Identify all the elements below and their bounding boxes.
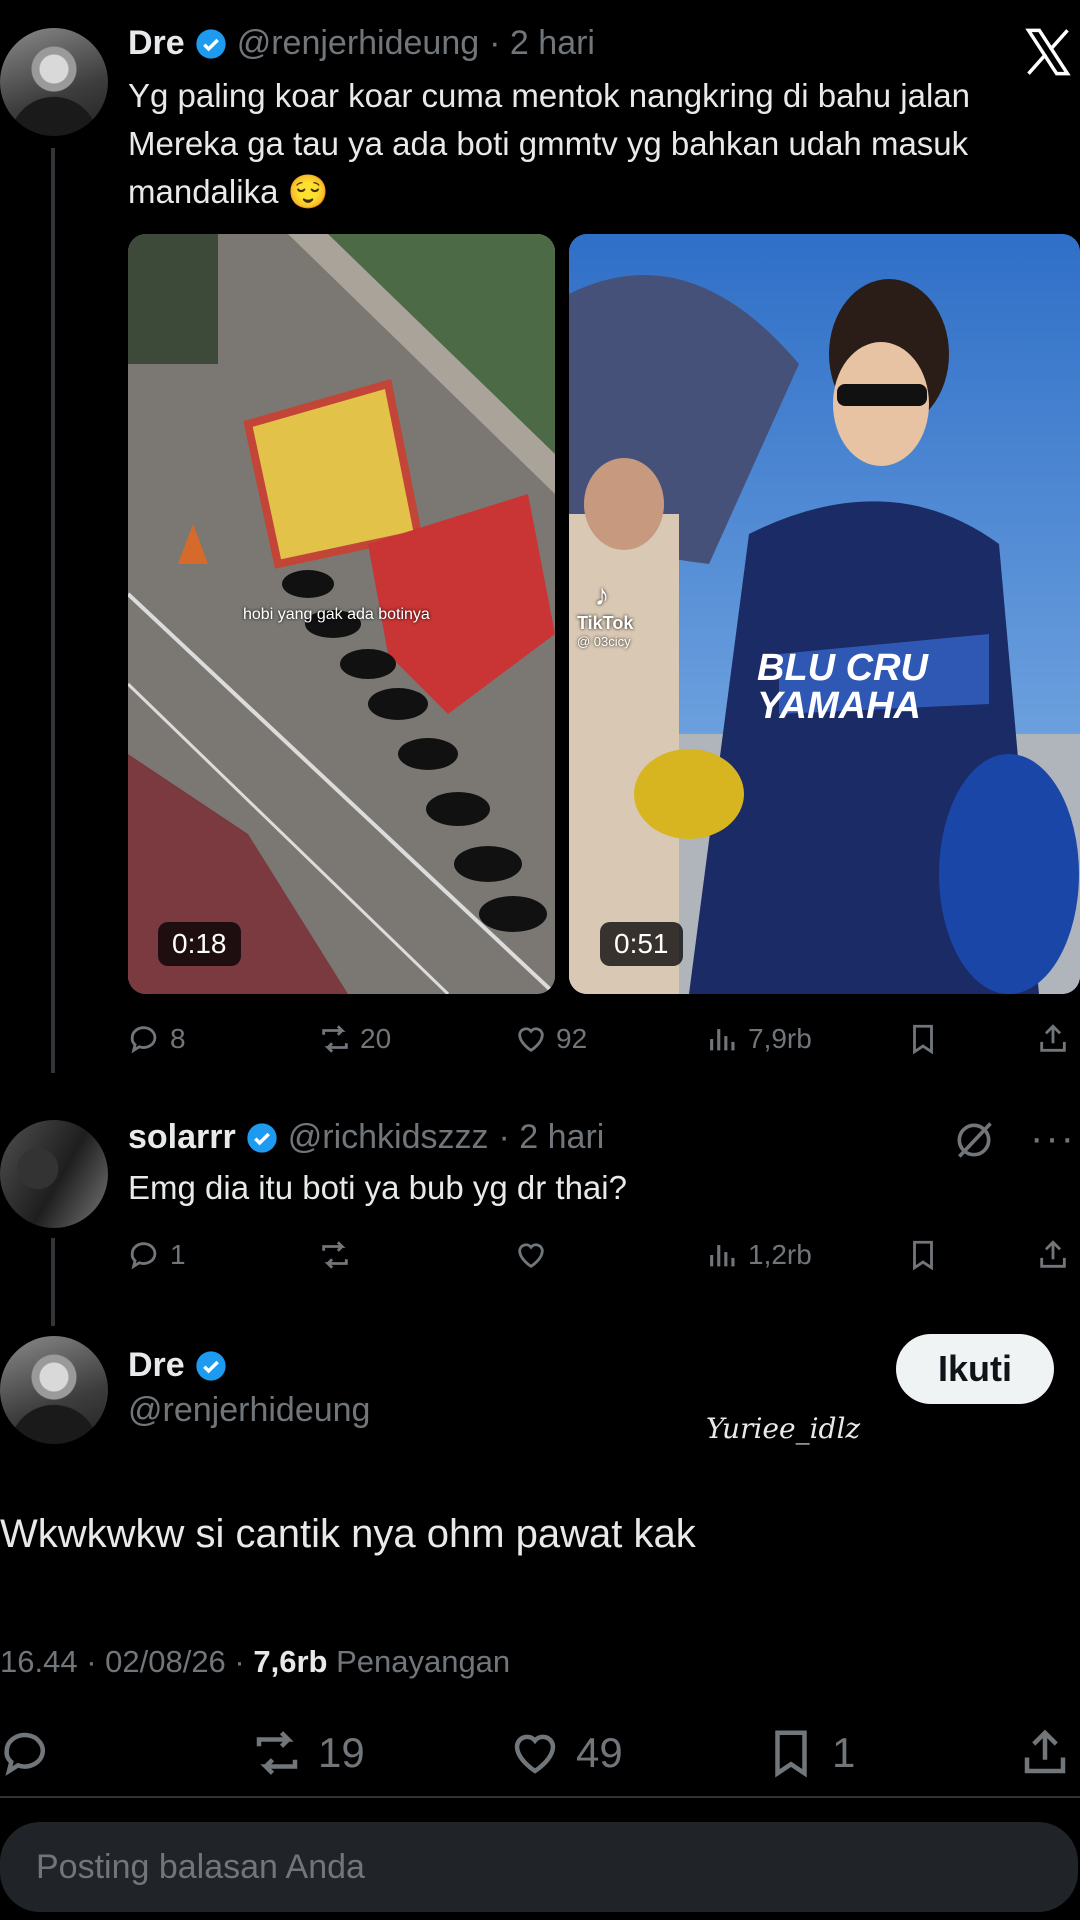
tweet-line: Mereka ga tau ya ada boti gmmtv yg bahka… [128, 125, 969, 162]
suit-text: BLU CRU YAMAHA [757, 647, 928, 727]
like-icon [518, 1243, 544, 1269]
views-button[interactable]: 7,9rb [706, 1022, 812, 1056]
reply-button[interactable] [0, 1726, 54, 1780]
repost-icon [322, 1241, 348, 1269]
views-count: 7,9rb [748, 1023, 812, 1054]
reply-icon [130, 1242, 157, 1270]
tweet-meta: 16.44 · 02/08/26 · 7,6rb Penayangan [0, 1644, 510, 1680]
tweet-header: solarrr @richkidszzz · 2 hari [128, 1118, 604, 1157]
tiktok-watermark: ♪ TikTok @ 03cicy [577, 579, 633, 649]
reply-count: 1 [170, 1239, 186, 1270]
tiktok-user: @ 03cicy [577, 634, 631, 649]
reply-button[interactable]: 1 [128, 1238, 186, 1272]
views-count: 1,2rb [748, 1239, 812, 1270]
bookmark-button[interactable] [906, 1238, 940, 1272]
tweet-line: mandalika 😌 [128, 173, 329, 210]
tweet-text: Emg dia itu boti ya bub yg dr thai? [128, 1169, 627, 1206]
reply-button[interactable]: 8 [128, 1022, 186, 1056]
grok-icon[interactable] [952, 1118, 996, 1162]
thread-line [51, 148, 55, 1073]
rider-image [569, 234, 1080, 994]
more-icon[interactable]: ··· [1030, 1118, 1076, 1158]
follow-button[interactable]: Ikuti [896, 1334, 1054, 1404]
main-tweet-text: Wkwkwkw si cantik nya ohm pawat kak [0, 1512, 696, 1556]
like-button[interactable]: 92 [514, 1022, 587, 1056]
thread-line [51, 1238, 55, 1326]
like-count: 49 [576, 1729, 623, 1776]
bookmark-count: 1 [832, 1729, 856, 1776]
video-duration: 0:51 [600, 922, 683, 966]
avatar[interactable] [0, 1120, 108, 1228]
author-name[interactable]: solarrr [128, 1118, 236, 1157]
bookmark-icon [775, 1730, 807, 1778]
like-button[interactable]: 49 [508, 1726, 623, 1780]
verified-icon [196, 1350, 226, 1381]
reply-icon [130, 1026, 157, 1054]
reply-input[interactable]: Posting balasan Anda [0, 1822, 1078, 1912]
tiktok-icon: ♪ [594, 579, 610, 612]
bookmark-button[interactable] [906, 1022, 940, 1056]
share-icon [1040, 1240, 1066, 1268]
tweet-timestamp: 16.44 · 02/08/26 · [0, 1644, 254, 1679]
views-icon [710, 1029, 735, 1051]
verified-icon [247, 1122, 277, 1153]
repost-count: 19 [318, 1729, 365, 1776]
views-icon [710, 1245, 735, 1267]
video-caption: hobi yang gak ada botinya [243, 606, 430, 623]
tiktok-label: TikTok [577, 613, 634, 633]
author-handle[interactable]: @renjerhideung [237, 24, 479, 63]
share-icon [1024, 1729, 1066, 1774]
tweet-time: · 2 hari [489, 24, 595, 62]
x-logo-icon [1022, 26, 1074, 78]
views-label: Penayangan [327, 1644, 511, 1679]
author-handle[interactable]: @richkidszzz [288, 1118, 489, 1157]
tweet-text: Yg paling koar koar cuma mentok nangkrin… [128, 72, 1078, 216]
bookmark-button[interactable]: 1 [764, 1726, 855, 1780]
tweet-line: Yg paling koar koar cuma mentok nangkrin… [128, 77, 971, 114]
bookmark-icon [913, 1024, 933, 1055]
like-icon [514, 1734, 556, 1774]
like-button[interactable] [514, 1238, 556, 1272]
reply-count: 8 [170, 1023, 186, 1054]
tweet-time: · 2 hari [498, 1118, 605, 1156]
repost-button[interactable] [318, 1238, 360, 1272]
avatar[interactable] [0, 28, 108, 136]
watermark-text: Yuriee_idlz [706, 1412, 861, 1445]
views-button[interactable]: 1,2rb [706, 1238, 812, 1272]
author-name[interactable]: Dre [128, 24, 185, 63]
reply-placeholder: Posting balasan Anda [36, 1847, 365, 1886]
like-count: 92 [556, 1023, 588, 1054]
views-count: 7,6rb [253, 1644, 328, 1679]
share-button[interactable] [1036, 1238, 1070, 1272]
divider [0, 1796, 1080, 1798]
author-name[interactable]: Dre [128, 1346, 185, 1385]
repost-icon [256, 1731, 298, 1775]
repost-icon [322, 1025, 348, 1053]
reply-icon [4, 1732, 45, 1776]
repost-button[interactable]: 19 [250, 1726, 365, 1780]
verified-icon [196, 28, 226, 59]
repost-count: 20 [360, 1023, 392, 1054]
avatar[interactable] [0, 1336, 108, 1444]
share-button[interactable] [1018, 1726, 1072, 1780]
bookmark-icon [913, 1240, 933, 1271]
author-handle[interactable]: @renjerhideung [128, 1391, 370, 1430]
like-icon [518, 1027, 544, 1053]
repost-button[interactable]: 20 [318, 1022, 391, 1056]
share-icon [1040, 1024, 1066, 1052]
video-thumbnail-1[interactable]: hobi yang gak ada botinya 0:18 [128, 234, 555, 994]
video-thumbnail-2[interactable]: BLU CRU YAMAHA ♪ TikTok @ 03cicy 0:51 [569, 234, 1080, 994]
tweet-header: Dre @renjerhideung · 2 hari [128, 24, 595, 63]
author-block: Dre @renjerhideung [128, 1346, 370, 1430]
share-button[interactable] [1036, 1022, 1070, 1056]
video-duration: 0:18 [158, 922, 241, 966]
